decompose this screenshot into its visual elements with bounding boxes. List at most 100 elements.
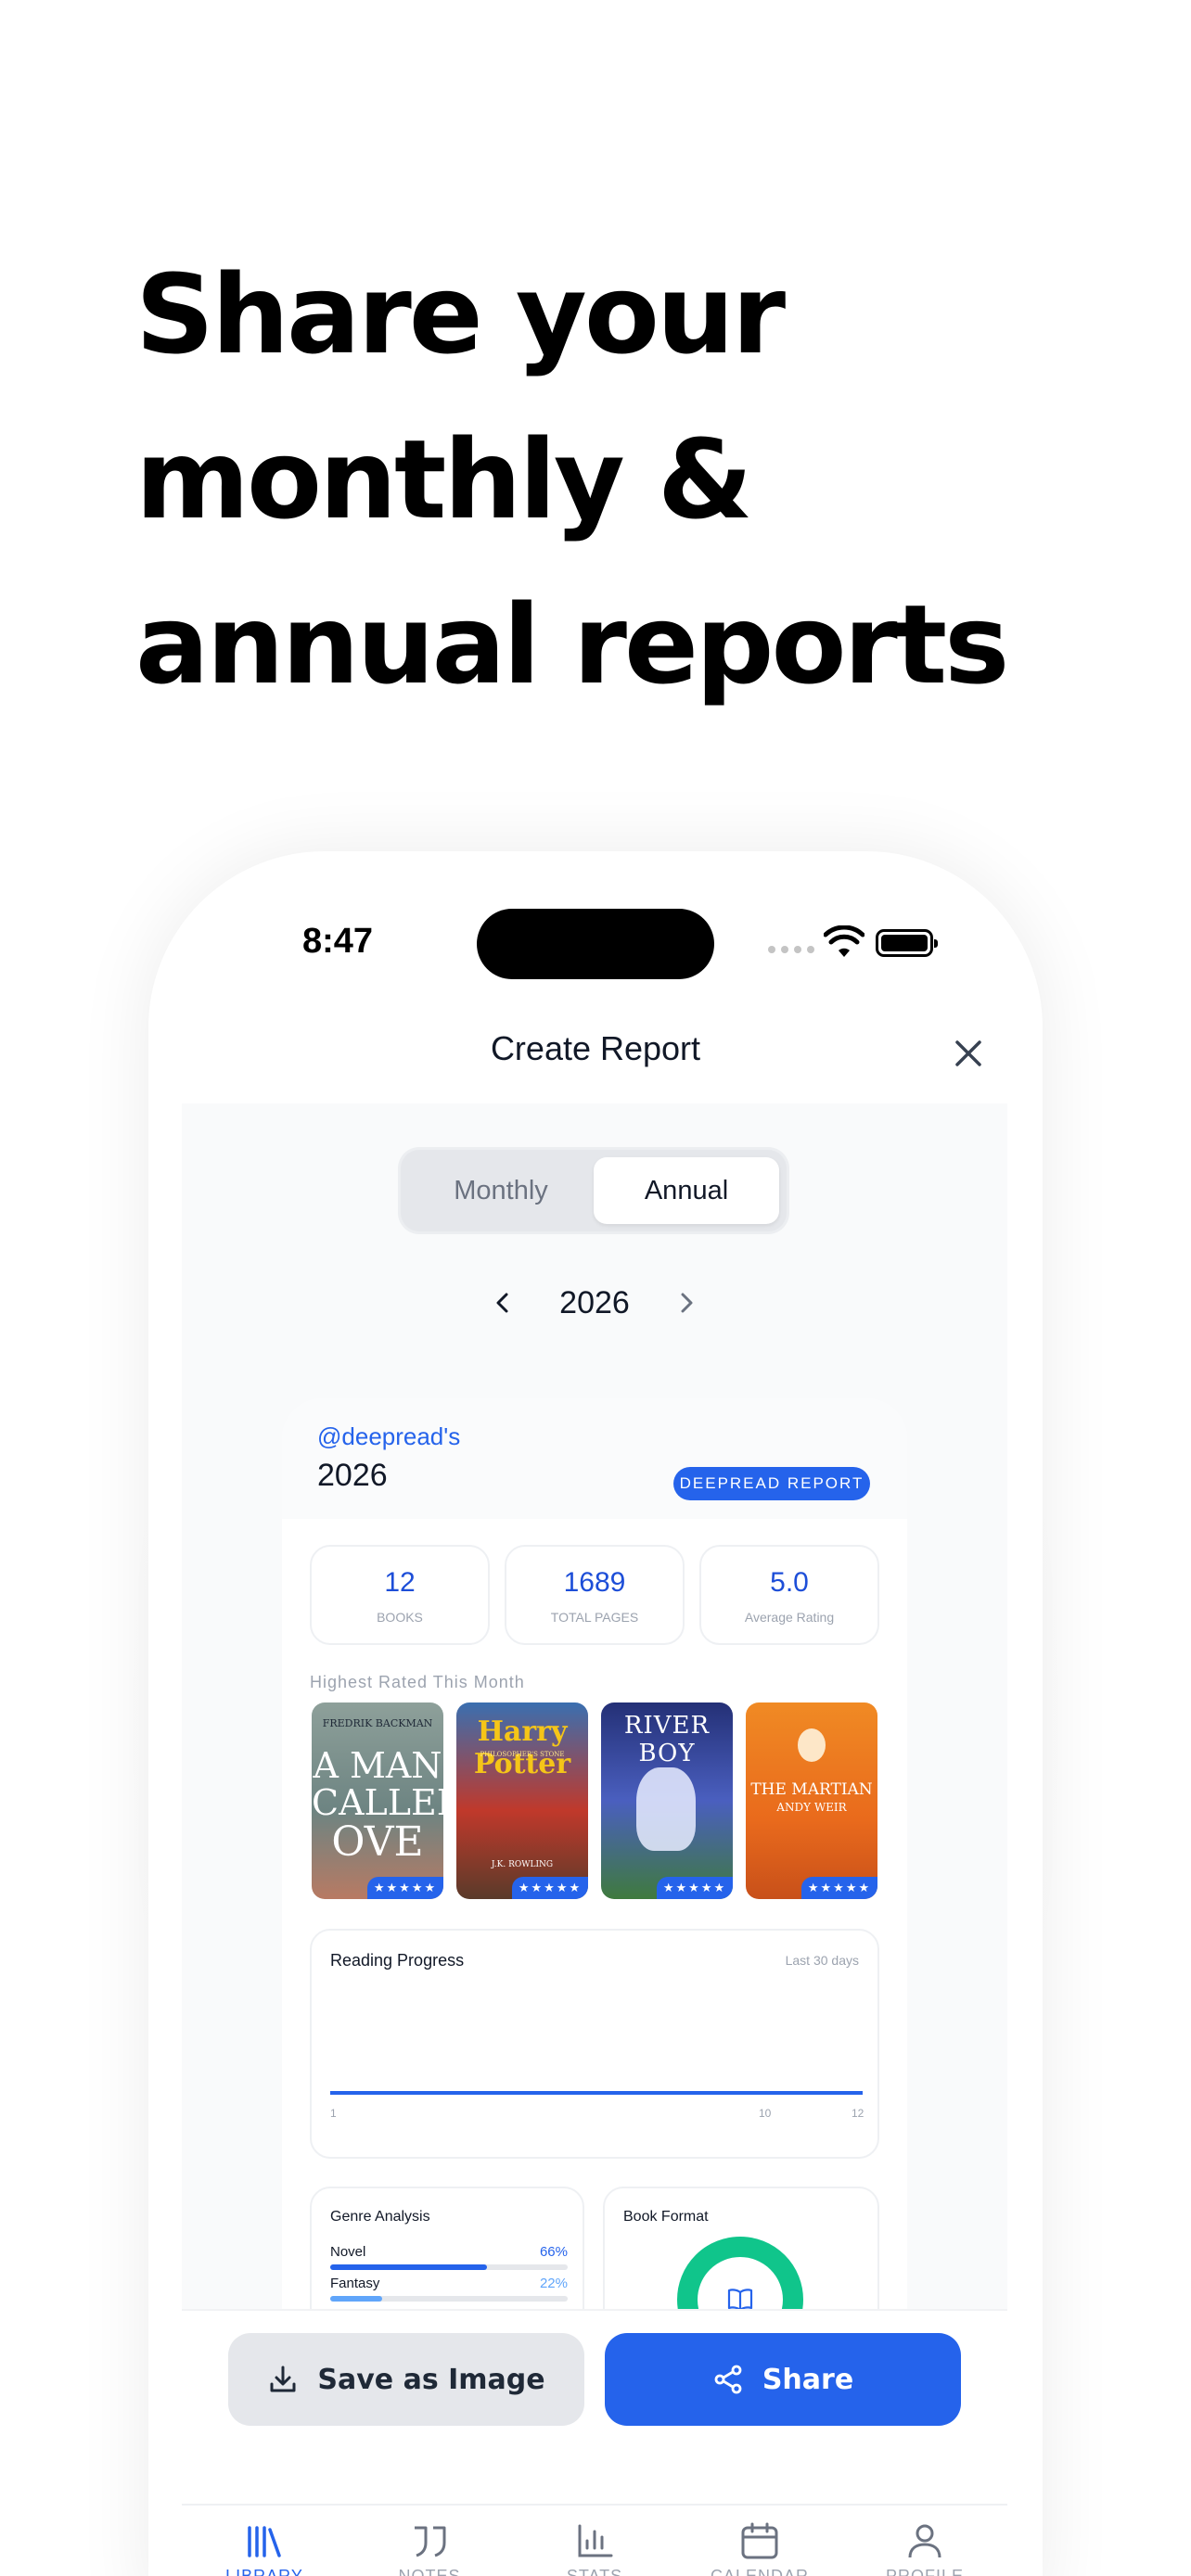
year-selector: 2026 bbox=[182, 1270, 1007, 1335]
progress-line bbox=[330, 2091, 863, 2095]
chevron-left-icon[interactable] bbox=[489, 1289, 517, 1317]
wifi-icon bbox=[824, 925, 864, 957]
tab-calendar[interactable]: CALENDAR bbox=[677, 2506, 842, 2576]
genre-bar-track bbox=[330, 2296, 568, 2302]
reading-progress-title: Reading Progress bbox=[330, 1951, 465, 1970]
chevron-right-icon[interactable] bbox=[672, 1289, 700, 1317]
share-icon bbox=[714, 2365, 742, 2394]
stat-value: 5.0 bbox=[770, 1567, 809, 1598]
rating-stars: ★★★★★ bbox=[801, 1877, 877, 1899]
user-icon bbox=[908, 2524, 941, 2558]
calendar-icon bbox=[741, 2522, 778, 2559]
highest-rated-label: Highest Rated This Month bbox=[310, 1673, 525, 1691]
reading-progress-card: Reading Progress Last 30 days 1 10 12 bbox=[310, 1929, 879, 2159]
stat-total-pages: 1689 TOTAL PAGES bbox=[505, 1545, 685, 1645]
headline-line-1: Share your bbox=[135, 250, 786, 378]
action-bar: Save as Image Share bbox=[182, 2309, 1007, 2494]
cover-title-line: Harry Potter bbox=[473, 1715, 571, 1780]
book-format-title: Book Format bbox=[623, 2209, 709, 2225]
cover-title-line: OVE bbox=[331, 1818, 424, 1866]
report-card-header: @deepread's 2026 DEEPREAD REPORT bbox=[282, 1398, 907, 1519]
report-year: 2026 bbox=[317, 1458, 388, 1493]
tab-label: NOTES bbox=[398, 2567, 461, 2576]
segment-annual[interactable]: Annual bbox=[594, 1157, 779, 1224]
tab-library[interactable]: LIBRARY bbox=[182, 2506, 347, 2576]
genre-bar-fill bbox=[330, 2296, 383, 2302]
year-label: 2026 bbox=[559, 1284, 630, 1320]
cover-title-line: THE MARTIAN bbox=[750, 1780, 873, 1799]
share-label: Share bbox=[762, 2363, 854, 2396]
tab-bar: LIBRARY NOTES STATS CALENDAR PROFILE bbox=[182, 2504, 1007, 2576]
segment-monthly[interactable]: Monthly bbox=[408, 1157, 594, 1224]
tab-label: PROFILE bbox=[885, 2567, 965, 2576]
dynamic-island bbox=[477, 909, 714, 979]
period-segmented-control: Monthly Annual bbox=[401, 1150, 787, 1231]
stat-books: 12 BOOKS bbox=[310, 1545, 490, 1645]
tab-profile[interactable]: PROFILE bbox=[842, 2506, 1007, 2576]
genre-analysis-title: Genre Analysis bbox=[330, 2209, 430, 2225]
progress-tick: 1 bbox=[330, 2107, 337, 2120]
genre-bar-track bbox=[330, 2264, 568, 2270]
report-card: @deepread's 2026 DEEPREAD REPORT 12 BOOK… bbox=[282, 1398, 907, 2309]
save-as-image-label: Save as Image bbox=[317, 2363, 545, 2396]
stat-average-rating: 5.0 Average Rating bbox=[699, 1545, 879, 1645]
tab-notes[interactable]: NOTES bbox=[347, 2506, 512, 2576]
progress-tick: 12 bbox=[852, 2107, 864, 2120]
save-as-image-button[interactable]: Save as Image bbox=[228, 2333, 584, 2426]
headline: Share your monthly & annual reports bbox=[135, 232, 1156, 727]
share-button[interactable]: Share bbox=[605, 2333, 961, 2426]
astronaut-illustration bbox=[798, 1728, 826, 1762]
cover-subtitle: PHILOSOPHER'S STONE bbox=[480, 1751, 565, 1758]
cover-author: J.K. ROWLING bbox=[491, 1860, 554, 1869]
rating-stars: ★★★★★ bbox=[512, 1877, 588, 1899]
book-cover[interactable]: THE MARTIAN ANDY WEIR ★★★★★ bbox=[746, 1702, 877, 1899]
stat-value: 1689 bbox=[563, 1567, 626, 1598]
book-icon bbox=[727, 2289, 753, 2309]
cover-title-line: RIVER BOY bbox=[623, 1712, 711, 1767]
rating-stars: ★★★★★ bbox=[657, 1877, 733, 1899]
stat-label: BOOKS bbox=[377, 1610, 423, 1625]
report-badge: DEEPREAD REPORT bbox=[673, 1467, 870, 1500]
genre-percent: 66% bbox=[539, 2244, 568, 2260]
book-cover[interactable]: RIVER BOY ★★★★★ bbox=[601, 1702, 733, 1899]
stat-label: TOTAL PAGES bbox=[550, 1610, 639, 1625]
user-handle: @deepread's bbox=[317, 1422, 461, 1450]
genre-row: Novel 66% bbox=[330, 2244, 568, 2270]
library-icon bbox=[248, 2526, 281, 2557]
book-cover[interactable]: FREDRIK BACKMAN A MAN CALLED OVE ★★★★★ bbox=[312, 1702, 443, 1899]
headline-line-3: annual reports bbox=[135, 580, 1009, 708]
reading-progress-range: Last 30 days bbox=[785, 1953, 859, 1968]
close-icon[interactable] bbox=[948, 1033, 989, 1074]
phone-frame: 8:47 Create Report Monthly Annual 2026 @… bbox=[148, 851, 1043, 2576]
rating-stars: ★★★★★ bbox=[367, 1877, 443, 1899]
cover-author: FREDRIK BACKMAN bbox=[322, 1717, 433, 1729]
book-format-card: Book Format bbox=[603, 2187, 879, 2309]
download-icon bbox=[270, 2366, 296, 2392]
book-cover[interactable]: Harry Potter PHILOSOPHER'S STONE J.K. RO… bbox=[456, 1702, 588, 1899]
genre-name: Novel bbox=[330, 2244, 366, 2260]
stat-label: Average Rating bbox=[744, 1610, 835, 1625]
genre-row: Fantasy 22% bbox=[330, 2276, 568, 2302]
genre-bar-fill bbox=[330, 2264, 487, 2270]
book-format-donut bbox=[677, 2237, 803, 2309]
tab-label: CALENDAR bbox=[710, 2567, 810, 2576]
cover-illustration bbox=[636, 1767, 696, 1851]
cover-title-line: CALLED bbox=[312, 1782, 443, 1823]
tab-label: STATS bbox=[566, 2567, 623, 2576]
report-preview-area: Monthly Annual 2026 @deepread's 2026 DEE… bbox=[182, 1103, 1007, 2309]
genre-percent: 22% bbox=[539, 2276, 568, 2291]
page-title: Create Report bbox=[490, 1029, 701, 1067]
book-covers: FREDRIK BACKMAN A MAN CALLED OVE ★★★★★ H… bbox=[312, 1702, 877, 1899]
signal-icon bbox=[768, 946, 814, 953]
genre-analysis-card: Genre Analysis Novel66%Fantasy22%Sci-Fi1… bbox=[310, 2187, 584, 2309]
battery-icon bbox=[876, 929, 938, 957]
headline-line-2: monthly & bbox=[135, 415, 753, 543]
tab-stats[interactable]: STATS bbox=[512, 2506, 677, 2576]
stat-value: 12 bbox=[384, 1567, 416, 1598]
cover-title-line: A MAN bbox=[313, 1745, 442, 1786]
genre-name: Fantasy bbox=[330, 2276, 380, 2291]
bar-chart-icon bbox=[578, 2524, 613, 2557]
stats-row: 12 BOOKS 1689 TOTAL PAGES 5.0 Average Ra… bbox=[310, 1545, 879, 1645]
cover-author: ANDY WEIR bbox=[776, 1801, 847, 1814]
quote-icon bbox=[415, 2526, 446, 2557]
